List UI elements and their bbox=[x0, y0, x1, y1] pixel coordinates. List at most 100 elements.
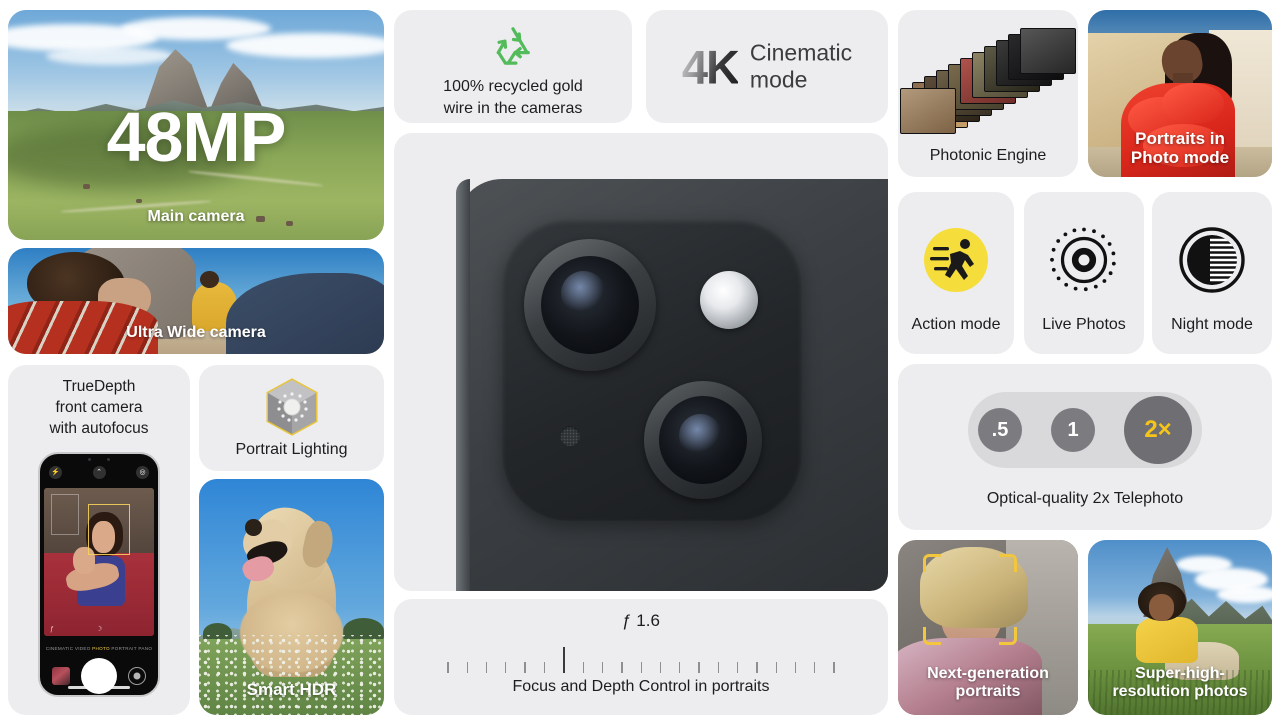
tile-portrait-lighting[interactable]: Portrait Lighting bbox=[199, 365, 384, 471]
tile-live-photos[interactable]: Live Photos bbox=[1024, 192, 1144, 354]
sensor-dots-icon bbox=[88, 458, 110, 462]
viewfinder-preview: ƒ ☽ bbox=[44, 488, 154, 636]
tile-portraits-photo-mode[interactable]: Portraits in Photo mode bbox=[1088, 10, 1272, 177]
home-indicator bbox=[68, 686, 130, 689]
focus-depth-caption: Focus and Depth Control in portraits bbox=[512, 678, 770, 695]
night-mode-caption: Night mode bbox=[1171, 316, 1253, 333]
telephoto-caption: Optical-quality 2x Telephoto bbox=[986, 490, 1184, 507]
camera-mode-strip[interactable]: CINEMATIC VIDEO PHOTO PORTRAIT PANO bbox=[40, 642, 158, 654]
zoom-option-2x-selected[interactable]: 2× bbox=[1124, 396, 1192, 464]
super-high-resolution-caption: Super-high- resolution photos bbox=[1088, 665, 1272, 701]
phone-top-bar: ⚡ ⌃ ◎ bbox=[40, 454, 158, 484]
superres-caption-line1: Super-high- bbox=[1135, 665, 1225, 683]
truedepth-title: TrueDepth front camera with autofocus bbox=[8, 377, 190, 440]
portrait-lighting-caption: Portrait Lighting bbox=[235, 441, 348, 458]
autofocus-box bbox=[88, 504, 130, 555]
microphone-icon bbox=[560, 426, 580, 446]
ultra-wide-caption: Ultra Wide camera bbox=[126, 324, 266, 342]
main-camera-caption: Main camera bbox=[147, 208, 245, 226]
slider-tick bbox=[524, 662, 526, 673]
tile-telephoto-zoom[interactable]: .5 1 2× Optical-quality 2x Telephoto bbox=[898, 364, 1272, 530]
tile-focus-depth-control[interactable]: ƒ 1.6 Focus and Depth Control in portrai… bbox=[394, 599, 888, 715]
slider-tick bbox=[543, 662, 546, 673]
portraits-photo-mode-caption: Portraits in Photo mode bbox=[1088, 129, 1272, 167]
live-photos-caption: Live Photos bbox=[1042, 316, 1126, 333]
camera-mode-pano[interactable]: PANO bbox=[138, 646, 152, 651]
recycled-gold-caption: 100% recycled gold wire in the cameras bbox=[394, 76, 632, 119]
zoom-option-0-5x[interactable]: .5 bbox=[978, 408, 1022, 452]
slider-tick bbox=[485, 662, 488, 673]
zoom-option-1x[interactable]: 1 bbox=[1051, 408, 1095, 452]
slider-tick bbox=[582, 662, 584, 673]
phone-camera-mockup[interactable]: ⚡ ⌃ ◎ ƒ ☽ CINEMATIC VIDEO PHOTO PORTRAIT… bbox=[38, 452, 160, 697]
cinematic-mode-label: Cinematic mode bbox=[750, 39, 852, 94]
chevron-up-icon[interactable]: ⌃ bbox=[93, 466, 106, 479]
truedepth-title-line1: TrueDepth bbox=[62, 378, 136, 395]
truedepth-title-line2: front camera bbox=[55, 398, 143, 416]
recycled-gold-line2: wire in the cameras bbox=[443, 99, 583, 117]
slider-tick bbox=[775, 662, 777, 673]
tile-photonic-engine[interactable]: Photonic Engine bbox=[898, 10, 1078, 177]
tile-smart-hdr[interactable]: Smart HDR bbox=[199, 479, 384, 715]
tile-truedepth-front-camera[interactable]: TrueDepth front camera with autofocus ⚡ … bbox=[8, 365, 190, 715]
shutter-row bbox=[40, 656, 158, 695]
flip-camera-button[interactable] bbox=[128, 667, 146, 685]
flash-icon bbox=[700, 271, 758, 329]
running-person-icon bbox=[920, 224, 992, 296]
photonic-engine-caption: Photonic Engine bbox=[929, 147, 1047, 164]
tile-recycled-gold[interactable]: 100% recycled gold wire in the cameras bbox=[394, 10, 632, 123]
camera-mode-portrait[interactable]: PORTRAIT bbox=[111, 646, 137, 651]
live-photo-toggle-icon[interactable]: ◎ bbox=[136, 466, 149, 479]
focus-bracket-icon bbox=[923, 554, 1017, 645]
slider-tick bbox=[717, 662, 719, 673]
slider-tick bbox=[698, 662, 700, 673]
slider-tick bbox=[447, 662, 449, 673]
photo-library-thumbnail[interactable] bbox=[52, 667, 70, 685]
cinematic-line1: Cinematic bbox=[749, 38, 853, 65]
tile-super-high-resolution-photos[interactable]: Super-high- resolution photos bbox=[1088, 540, 1272, 715]
flash-toggle-icon[interactable]: ⚡ bbox=[49, 466, 62, 479]
recycle-icon bbox=[490, 24, 536, 66]
aperture-value: ƒ 1.6 bbox=[622, 611, 660, 630]
4k-label: 4K bbox=[681, 40, 740, 93]
smart-hdr-caption: Smart HDR bbox=[246, 679, 337, 699]
next-generation-portraits-caption: Next-generation portraits bbox=[898, 665, 1078, 701]
feature-grid: 48MP Main camera Ultra Wide camera TrueD… bbox=[0, 0, 1280, 719]
slider-tick bbox=[621, 662, 623, 673]
truedepth-title-line3: with autofocus bbox=[49, 419, 149, 437]
exposure-icon[interactable]: ƒ bbox=[50, 626, 54, 633]
slider-tick bbox=[736, 662, 739, 673]
action-mode-caption: Action mode bbox=[911, 316, 1001, 333]
slider-tick bbox=[505, 662, 507, 673]
tile-camera-module[interactable] bbox=[394, 133, 888, 591]
slider-tick-center bbox=[563, 647, 565, 673]
slider-tick bbox=[814, 662, 816, 673]
slider-tick bbox=[659, 662, 662, 673]
tile-next-generation-portraits[interactable]: Next-generation portraits bbox=[898, 540, 1078, 715]
slider-tick bbox=[794, 662, 797, 673]
tile-night-mode[interactable]: Night mode bbox=[1152, 192, 1272, 354]
camera-mode-photo[interactable]: PHOTO bbox=[92, 646, 110, 651]
slider-tick bbox=[756, 662, 758, 673]
zoom-selector[interactable]: .5 1 2× bbox=[968, 392, 1202, 468]
slider-tick bbox=[833, 662, 835, 673]
nextgen-caption-line1: Next-generation bbox=[927, 665, 1049, 683]
main-camera-headline: 48MP bbox=[106, 98, 287, 177]
crescent-moon-icon bbox=[1176, 224, 1248, 296]
tile-ultra-wide-camera[interactable]: Ultra Wide camera bbox=[8, 248, 384, 354]
depth-slider[interactable] bbox=[394, 647, 888, 673]
live-photos-rings-icon bbox=[1048, 224, 1120, 296]
tile-action-mode[interactable]: Action mode bbox=[898, 192, 1014, 354]
portraits-caption-line1: Portraits in bbox=[1135, 128, 1225, 148]
cinematic-line2: mode bbox=[749, 66, 808, 93]
camera-mode-video[interactable]: VIDEO bbox=[75, 646, 91, 651]
portraits-caption-line2: Photo mode bbox=[1130, 147, 1230, 167]
telephoto-lens bbox=[644, 381, 762, 499]
tile-4k-cinematic-mode[interactable]: 4K Cinematic mode bbox=[646, 10, 888, 123]
slider-tick bbox=[601, 662, 604, 673]
night-mode-icon[interactable]: ☽ bbox=[96, 625, 102, 633]
tile-main-camera[interactable]: 48MP Main camera bbox=[8, 10, 384, 240]
main-lens bbox=[524, 239, 656, 371]
camera-mode-cinematic[interactable]: CINEMATIC bbox=[46, 646, 74, 651]
lighting-cube-icon bbox=[262, 377, 322, 437]
